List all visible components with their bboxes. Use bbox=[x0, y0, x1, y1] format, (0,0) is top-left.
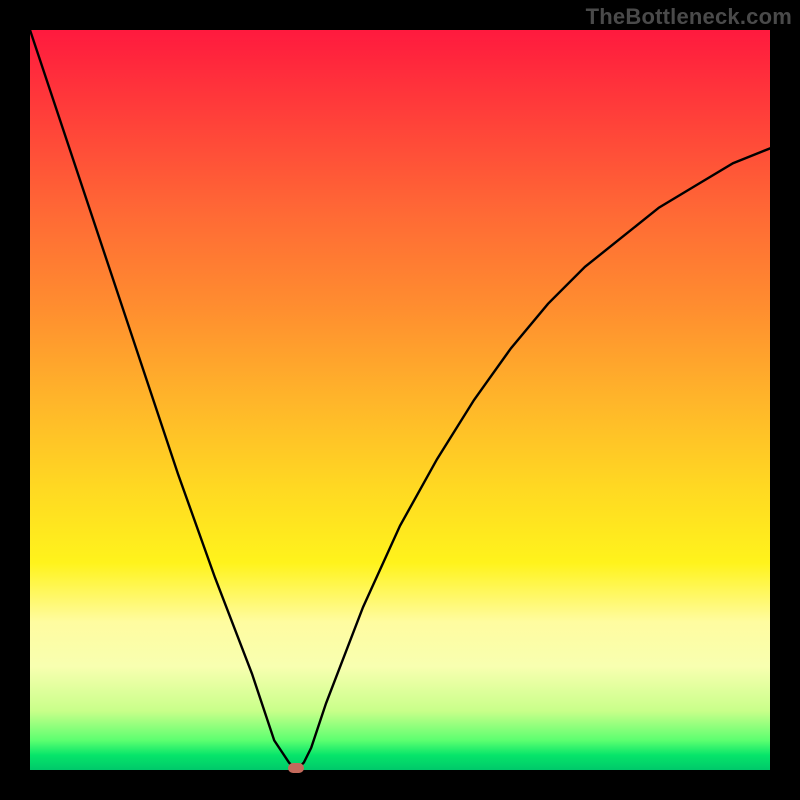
attribution-text: TheBottleneck.com bbox=[586, 4, 792, 30]
curve-svg bbox=[30, 30, 770, 770]
plot-area bbox=[30, 30, 770, 770]
chart-frame: TheBottleneck.com bbox=[0, 0, 800, 800]
bottleneck-curve-path bbox=[30, 30, 770, 770]
min-marker bbox=[288, 763, 304, 773]
